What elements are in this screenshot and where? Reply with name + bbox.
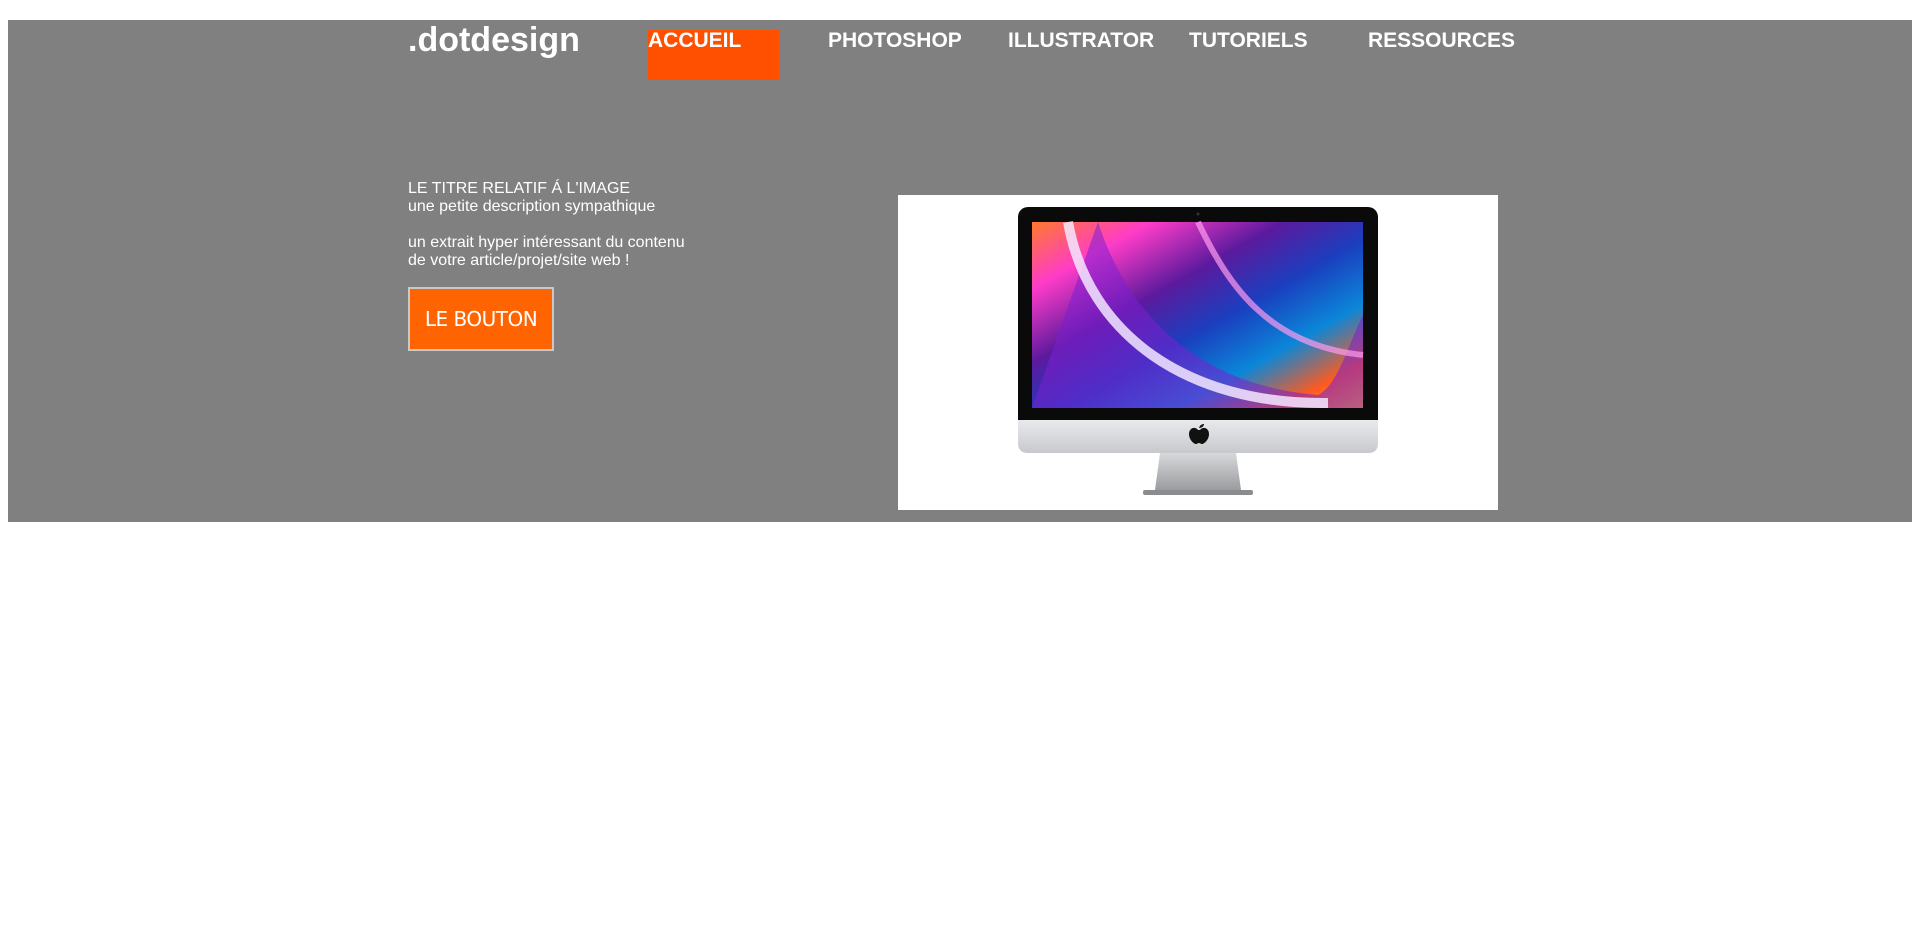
nav-item-accueil[interactable]: ACCUEIL — [648, 30, 779, 80]
nav-item-label: ACCUEIL — [648, 29, 742, 52]
cta-button[interactable]: LE BOUTON — [408, 287, 554, 351]
nav-item-ressources[interactable]: RESSOURCES — [1368, 29, 1515, 53]
site-logo[interactable]: .dotdesign — [408, 20, 580, 60]
hero-subtitle: une petite description sympathique — [408, 198, 656, 215]
hero-section: .dotdesign ACCUEIL PHOTOSHOP ILLUSTRATOR… — [8, 20, 1912, 522]
hero-excerpt-line-2: de votre article/projet/site web ! — [408, 252, 630, 269]
imac-computer-icon — [1018, 207, 1378, 495]
hero-caption: LE TITRE RELATIF Á L'IMAGE une petite de… — [408, 180, 685, 270]
hero-excerpt-line-1: un extrait hyper intéressant du contenu — [408, 234, 685, 251]
nav-item-illustrator[interactable]: ILLUSTRATOR — [1008, 29, 1154, 53]
nav-item-tutoriels[interactable]: TUTORIELS — [1189, 29, 1308, 53]
product-image — [898, 195, 1498, 510]
nav-item-photoshop[interactable]: PHOTOSHOP — [828, 29, 962, 53]
hero-title: LE TITRE RELATIF Á L'IMAGE — [408, 180, 631, 197]
